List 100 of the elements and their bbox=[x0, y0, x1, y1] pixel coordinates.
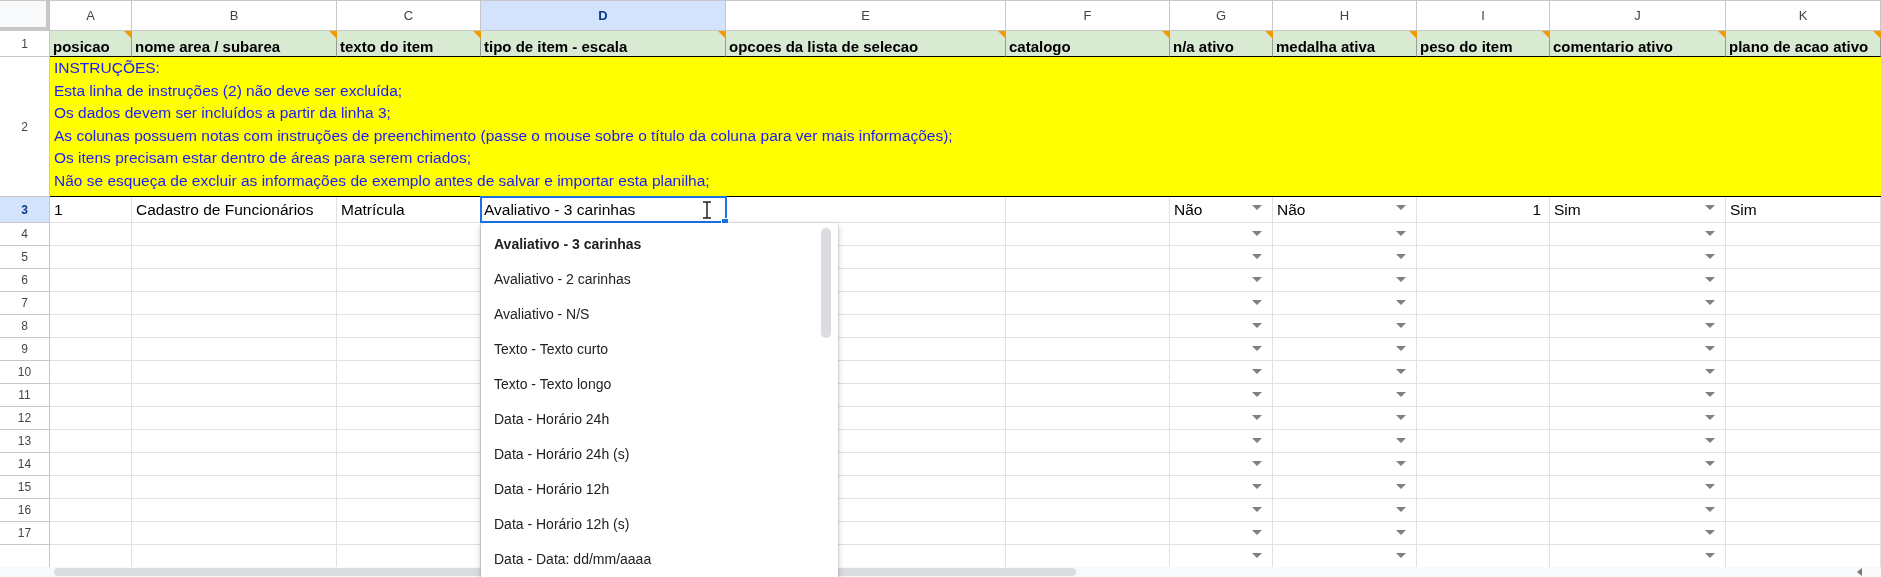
dropdown-arrow-icon[interactable] bbox=[1705, 438, 1715, 443]
row-number[interactable]: 9 bbox=[0, 338, 50, 361]
dropdown-arrow-icon[interactable] bbox=[1252, 346, 1262, 351]
row-number[interactable]: 17 bbox=[0, 522, 50, 545]
row-number[interactable]: 11 bbox=[0, 384, 50, 407]
dropdown-arrow-icon[interactable] bbox=[1705, 484, 1715, 489]
scrollbar-thumb[interactable] bbox=[821, 228, 831, 338]
dropdown-arrow-icon[interactable] bbox=[1396, 205, 1406, 210]
dropdown-cell[interactable] bbox=[1170, 476, 1273, 499]
dropdown-arrow-icon[interactable] bbox=[1705, 392, 1715, 397]
dropdown-cell[interactable] bbox=[1550, 384, 1726, 407]
row-number[interactable]: 5 bbox=[0, 246, 50, 269]
dropdown-arrow-icon[interactable] bbox=[1252, 231, 1262, 236]
dropdown-cell[interactable] bbox=[1273, 407, 1417, 430]
column-letter[interactable]: D bbox=[481, 1, 726, 31]
dropdown-arrow-icon[interactable] bbox=[1396, 461, 1406, 466]
dropdown-arrow-icon[interactable] bbox=[1396, 346, 1406, 351]
row-number[interactable]: 4 bbox=[0, 223, 50, 246]
dropdown-arrow-icon[interactable] bbox=[1252, 507, 1262, 512]
dropdown-cell[interactable] bbox=[1550, 315, 1726, 338]
dropdown-cell[interactable] bbox=[1273, 476, 1417, 499]
dropdown-arrow-icon[interactable] bbox=[1705, 277, 1715, 282]
dropdown-arrow-icon[interactable] bbox=[1252, 461, 1262, 466]
dropdown-arrow-icon[interactable] bbox=[1252, 369, 1262, 374]
dropdown-cell[interactable]: Não bbox=[1170, 197, 1273, 223]
dropdown-arrow-icon[interactable] bbox=[1252, 277, 1262, 282]
dropdown-cell[interactable] bbox=[1550, 269, 1726, 292]
row-number[interactable]: 14 bbox=[0, 453, 50, 476]
dropdown-arrow-icon[interactable] bbox=[1396, 323, 1406, 328]
dropdown-arrow-icon[interactable] bbox=[1252, 300, 1262, 305]
dropdown-arrow-icon[interactable] bbox=[1705, 530, 1715, 535]
dropdown-cell[interactable] bbox=[1170, 246, 1273, 269]
dropdown-cell[interactable] bbox=[1170, 223, 1273, 246]
dropdown-option[interactable]: Data - Horário 12h bbox=[481, 471, 838, 506]
dropdown-option[interactable]: Data - Horário 12h (s) bbox=[481, 506, 838, 541]
column-letter[interactable]: I bbox=[1417, 1, 1550, 31]
dropdown-arrow-icon[interactable] bbox=[1396, 415, 1406, 420]
dropdown-arrow-icon[interactable] bbox=[1396, 231, 1406, 236]
dropdown-cell[interactable] bbox=[1170, 292, 1273, 315]
dropdown-arrow-icon[interactable] bbox=[1705, 231, 1715, 236]
dropdown-cell[interactable] bbox=[1170, 315, 1273, 338]
dropdown-arrow-icon[interactable] bbox=[1396, 300, 1406, 305]
dropdown-arrow-icon[interactable] bbox=[1705, 346, 1715, 351]
dropdown-arrow-icon[interactable] bbox=[1705, 205, 1715, 210]
dropdown-arrow-icon[interactable] bbox=[1252, 323, 1262, 328]
row-number[interactable]: 15 bbox=[0, 476, 50, 499]
dropdown-cell[interactable] bbox=[1273, 430, 1417, 453]
dropdown-arrow-icon[interactable] bbox=[1252, 415, 1262, 420]
column-letter[interactable]: J bbox=[1550, 1, 1726, 31]
row-number[interactable]: 3 bbox=[0, 197, 50, 223]
dropdown-arrow-icon[interactable] bbox=[1705, 553, 1715, 558]
row-number[interactable]: 13 bbox=[0, 430, 50, 453]
dropdown-cell[interactable] bbox=[1550, 246, 1726, 269]
dropdown-cell[interactable] bbox=[1273, 499, 1417, 522]
dropdown-arrow-icon[interactable] bbox=[1705, 300, 1715, 305]
scroll-left-icon[interactable] bbox=[1857, 568, 1863, 576]
dropdown-cell[interactable] bbox=[1273, 522, 1417, 545]
dropdown-cell[interactable] bbox=[1170, 499, 1273, 522]
dropdown-cell[interactable] bbox=[1170, 338, 1273, 361]
dropdown-cell[interactable] bbox=[1273, 269, 1417, 292]
dropdown-arrow-icon[interactable] bbox=[1705, 461, 1715, 466]
dropdown-cell[interactable] bbox=[1550, 499, 1726, 522]
dropdown-cell[interactable] bbox=[1273, 361, 1417, 384]
column-letter[interactable]: B bbox=[132, 1, 337, 31]
dropdown-arrow-icon[interactable] bbox=[1396, 507, 1406, 512]
dropdown-cell[interactable] bbox=[1273, 315, 1417, 338]
column-letter[interactable]: C bbox=[337, 1, 481, 31]
dropdown-arrow-icon[interactable] bbox=[1252, 553, 1262, 558]
dropdown-arrow-icon[interactable] bbox=[1705, 507, 1715, 512]
dropdown-arrow-icon[interactable] bbox=[1705, 254, 1715, 259]
dropdown-option[interactable]: Avaliativo - 3 carinhas bbox=[481, 226, 838, 261]
dropdown-option[interactable]: Data - Horário 24h (s) bbox=[481, 436, 838, 471]
dropdown-arrow-icon[interactable] bbox=[1705, 369, 1715, 374]
row-number[interactable]: 8 bbox=[0, 315, 50, 338]
dropdown-arrow-icon[interactable] bbox=[1396, 392, 1406, 397]
dropdown-cell[interactable]: Não bbox=[1273, 197, 1417, 223]
dropdown-arrow-icon[interactable] bbox=[1252, 254, 1262, 259]
dropdown-arrow-icon[interactable] bbox=[1396, 254, 1406, 259]
dropdown-cell[interactable] bbox=[1273, 223, 1417, 246]
row-number[interactable]: 1 bbox=[0, 31, 50, 57]
dropdown-arrow-icon[interactable] bbox=[1705, 415, 1715, 420]
column-letter[interactable]: K bbox=[1726, 1, 1881, 31]
dropdown-arrow-icon[interactable] bbox=[1396, 553, 1406, 558]
dropdown-cell[interactable] bbox=[1550, 407, 1726, 430]
column-letter[interactable]: H bbox=[1273, 1, 1417, 31]
row-number[interactable]: 16 bbox=[0, 499, 50, 522]
dropdown-cell[interactable] bbox=[1550, 292, 1726, 315]
column-letter[interactable]: F bbox=[1006, 1, 1170, 31]
dropdown-cell[interactable] bbox=[1170, 361, 1273, 384]
dropdown-cell[interactable] bbox=[1170, 384, 1273, 407]
dropdown-arrow-icon[interactable] bbox=[1252, 205, 1262, 210]
dropdown-option[interactable]: Texto - Texto curto bbox=[481, 331, 838, 366]
column-letter[interactable]: E bbox=[726, 1, 1006, 31]
dropdown-cell[interactable] bbox=[1273, 338, 1417, 361]
dropdown-cell[interactable]: Sim bbox=[1550, 197, 1726, 223]
dropdown-option[interactable]: Texto - Texto longo bbox=[481, 366, 838, 401]
dropdown-arrow-icon[interactable] bbox=[1252, 530, 1262, 535]
dropdown-arrow-icon[interactable] bbox=[1705, 323, 1715, 328]
dropdown-arrow-icon[interactable] bbox=[1396, 484, 1406, 489]
dropdown-cell[interactable] bbox=[1170, 430, 1273, 453]
